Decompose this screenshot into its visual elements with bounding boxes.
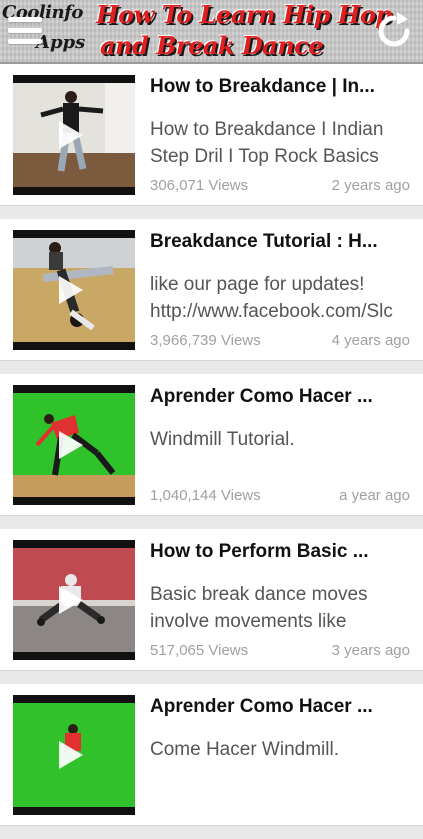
video-list-item[interactable]: Aprender Como Hacer ... Come Hacer Windm… (0, 684, 423, 826)
video-list-item[interactable]: Breakdance Tutorial : H... like our page… (0, 219, 423, 361)
video-list-item[interactable]: Aprender Como Hacer ... Windmill Tutoria… (0, 374, 423, 516)
upload-age: 3 years ago (331, 642, 410, 659)
play-icon (59, 431, 83, 459)
video-title: How to Perform Basic ... (150, 541, 369, 562)
video-description: like our page for updates! http://www.fa… (150, 274, 393, 322)
video-thumbnail[interactable] (13, 540, 135, 660)
play-icon (59, 121, 83, 149)
view-count: 517,065 Views (150, 642, 249, 659)
view-count: 1,040,144 Views (150, 487, 261, 504)
video-description: Come Hacer Windmill. (150, 739, 339, 760)
play-icon (59, 741, 83, 769)
video-thumbnail[interactable] (13, 385, 135, 505)
video-thumbnail[interactable] (13, 75, 135, 195)
app-title-line-1: How To Learn Hip Hop (96, 0, 392, 29)
app-title-line-2: and Break Dance (100, 31, 324, 60)
video-list-item[interactable]: How to Perform Basic ... Basic break dan… (0, 529, 423, 671)
app-title: How To Learn Hip Hop and Break Dance (92, 0, 392, 62)
video-description: How to Breakdance I Indian Step Dril I T… (150, 119, 384, 167)
video-title: Aprender Como Hacer ... (150, 696, 373, 717)
play-icon (59, 276, 83, 304)
app-header: Coolinfo Apps How To Learn Hip Hop and B… (0, 0, 423, 64)
refresh-icon[interactable] (373, 10, 415, 52)
play-icon (59, 586, 83, 614)
video-title: Aprender Como Hacer ... (150, 386, 373, 407)
video-list: How to Breakdance | In... How to Breakda… (0, 64, 423, 839)
upload-age: 2 years ago (331, 177, 410, 194)
upload-age: a year ago (339, 487, 410, 504)
video-title: Breakdance Tutorial : H... (150, 231, 378, 252)
video-description: Windmill Tutorial. (150, 429, 295, 450)
video-description: Basic break dance moves involve movement… (150, 584, 368, 632)
video-thumbnail[interactable] (13, 695, 135, 815)
upload-age: 4 years ago (331, 332, 410, 349)
view-count: 3,966,739 Views (150, 332, 261, 349)
menu-icon[interactable] (8, 10, 48, 50)
view-count: 306,071 Views (150, 177, 249, 194)
video-list-item[interactable]: How to Breakdance | In... How to Breakda… (0, 64, 423, 206)
video-thumbnail[interactable] (13, 230, 135, 350)
video-title: How to Breakdance | In... (150, 76, 375, 97)
